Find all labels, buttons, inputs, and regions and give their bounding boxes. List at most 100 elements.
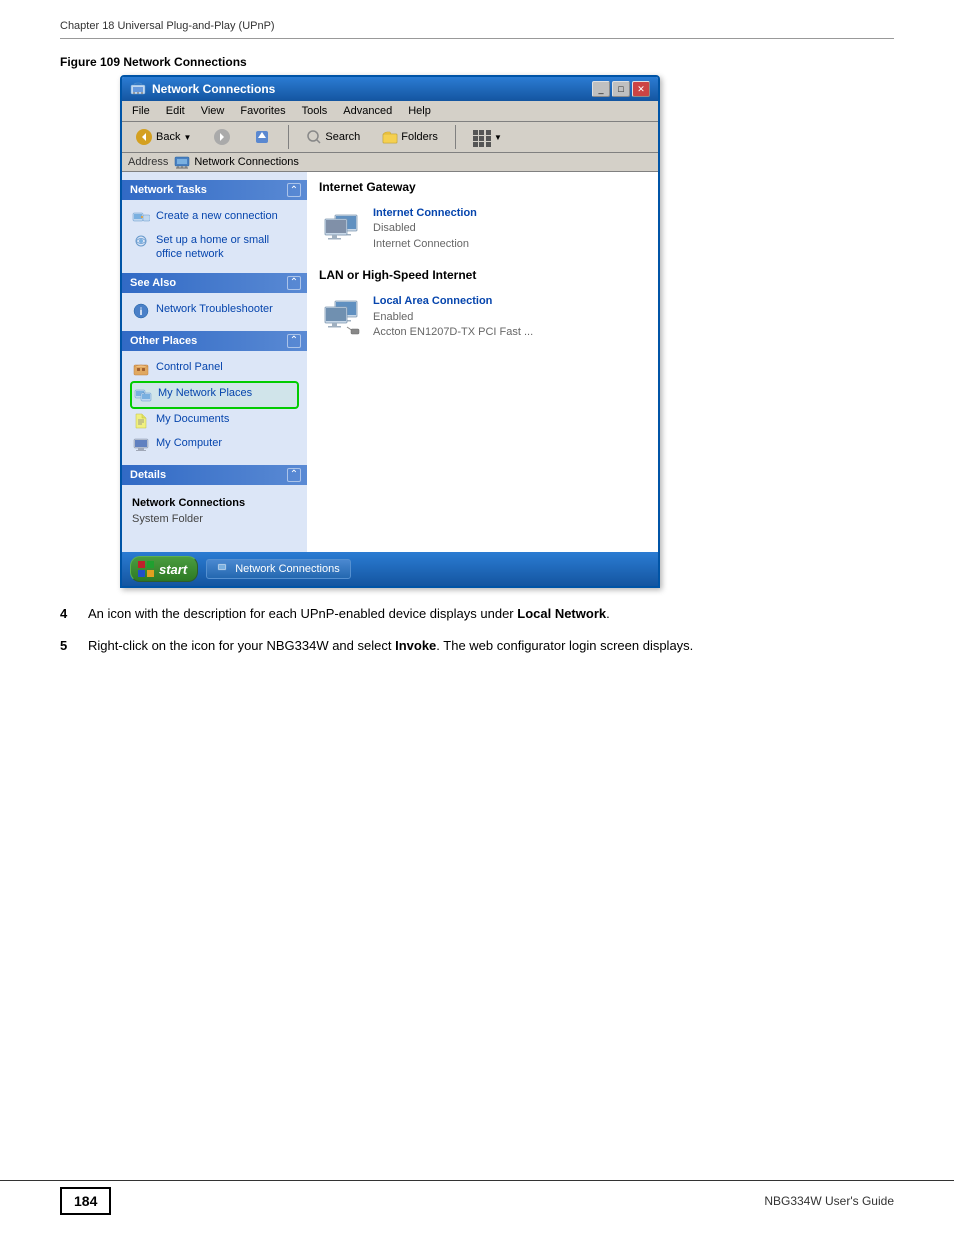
other-places-items: Control Panel	[122, 355, 307, 459]
page-footer: 184 NBG334W User's Guide	[0, 1180, 954, 1215]
create-connection-label: Create a new connection	[156, 209, 278, 223]
window-controls[interactable]: _ □ ✕	[592, 81, 650, 97]
my-network-places-label: My Network Places	[158, 386, 252, 400]
page-number: 184	[60, 1187, 111, 1215]
network-tasks-items: Create a new connection	[122, 204, 307, 267]
titlebar-icon	[130, 81, 146, 97]
details-title: Details	[130, 469, 166, 481]
windows-flag-icon	[137, 560, 155, 578]
toolbar-separator-1	[288, 125, 289, 149]
window-titlebar: Network Connections _ □ ✕	[122, 77, 658, 101]
body-text-section: 4 An icon with the description for each …	[60, 604, 894, 655]
local-area-connection-item[interactable]: Local Area Connection Enabled Accton EN1…	[319, 290, 646, 344]
view-dropdown-arrow: ▼	[494, 133, 502, 142]
toolbar: Back ▼ Search	[122, 122, 658, 153]
body-text-item-5: 5 Right-click on the icon for your NBG33…	[60, 636, 894, 656]
internet-connection-icon	[323, 209, 363, 249]
figure-label: Figure 109 Network Connections	[60, 55, 894, 69]
network-tasks-collapse[interactable]: ⌃	[287, 183, 301, 197]
local-area-connection-name: Local Area Connection	[373, 294, 533, 309]
other-places-collapse[interactable]: ⌃	[287, 334, 301, 348]
item-text-4: An icon with the description for each UP…	[88, 604, 894, 624]
menu-help[interactable]: Help	[402, 103, 437, 119]
left-panel: Network Tasks ⌃	[122, 172, 307, 552]
control-panel-icon	[132, 360, 150, 378]
menu-edit[interactable]: Edit	[160, 103, 191, 119]
internet-connection-status: Disabled	[373, 221, 477, 236]
menu-advanced[interactable]: Advanced	[337, 103, 398, 119]
item-text-5: Right-click on the icon for your NBG334W…	[88, 636, 894, 656]
taskbar-window-label: Network Connections	[235, 563, 340, 575]
up-icon	[253, 128, 271, 146]
local-area-connection-status: Enabled	[373, 310, 533, 325]
search-label: Search	[325, 131, 360, 143]
network-tasks-title: Network Tasks	[130, 184, 207, 196]
body-text-item-4: 4 An icon with the description for each …	[60, 604, 894, 624]
taskbar-network-connections-btn[interactable]: Network Connections	[206, 559, 351, 579]
up-button[interactable]	[246, 125, 278, 149]
my-network-places-icon	[134, 386, 152, 404]
create-connection-item[interactable]: Create a new connection	[130, 206, 299, 230]
address-text: Network Connections	[194, 156, 299, 168]
close-button[interactable]: ✕	[632, 81, 650, 97]
see-also-section: See Also ⌃ i Network Troubleshooter	[122, 273, 307, 325]
lan-section-title: LAN or High-Speed Internet	[319, 268, 646, 282]
back-arrow: ▼	[183, 133, 191, 142]
see-also-header: See Also ⌃	[122, 273, 307, 293]
internet-connection-name: Internet Connection	[373, 206, 477, 221]
internet-connection-info: Internet Connection Disabled Internet Co…	[373, 206, 477, 252]
details-section: Details ⌃ Network Connections System Fol…	[122, 465, 307, 534]
chapter-header: Chapter 18 Universal Plug-and-Play (UPnP…	[60, 20, 894, 39]
my-network-places-item[interactable]: My Network Places	[130, 381, 299, 409]
window-content: Network Tasks ⌃	[122, 172, 658, 552]
details-collapse[interactable]: ⌃	[287, 468, 301, 482]
my-documents-icon	[132, 412, 150, 430]
other-places-title: Other Places	[130, 335, 197, 347]
svg-text:i: i	[140, 307, 143, 318]
setup-home-network-item[interactable]: Set up a home or small office network	[130, 230, 299, 265]
my-computer-item[interactable]: My Computer	[130, 433, 299, 457]
search-button[interactable]: Search	[299, 126, 367, 148]
troubleshooter-item[interactable]: i Network Troubleshooter	[130, 299, 299, 323]
taskbar: start Network Connections	[122, 552, 658, 586]
footer-product-name: NBG334W User's Guide	[764, 1194, 894, 1208]
menu-view[interactable]: View	[195, 103, 231, 119]
view-button[interactable]: ▼	[466, 127, 509, 148]
see-also-title: See Also	[130, 277, 176, 289]
my-computer-icon	[132, 436, 150, 454]
address-label: Address	[128, 156, 168, 168]
right-panel: Internet Gateway	[307, 172, 658, 552]
menu-file[interactable]: File	[126, 103, 156, 119]
internet-connection-detail: Internet Connection	[373, 237, 477, 252]
details-items: Network Connections System Folder	[122, 489, 307, 534]
view-icon	[473, 130, 491, 145]
see-also-collapse[interactable]: ⌃	[287, 276, 301, 290]
folders-button[interactable]: Folders	[375, 127, 445, 147]
internet-connection-item[interactable]: Internet Connection Disabled Internet Co…	[319, 202, 646, 256]
taskbar-network-icon	[217, 563, 231, 575]
network-connections-window: Network Connections _ □ ✕ File Edit View…	[120, 75, 660, 588]
forward-icon	[213, 128, 231, 146]
control-panel-item[interactable]: Control Panel	[130, 357, 299, 381]
item-number-4: 4	[60, 604, 76, 624]
setup-network-label: Set up a home or small office network	[156, 233, 297, 262]
back-icon	[135, 128, 153, 146]
my-computer-label: My Computer	[156, 436, 222, 450]
menu-bar: File Edit View Favorites Tools Advanced …	[122, 101, 658, 122]
forward-button[interactable]	[206, 125, 238, 149]
other-places-section: Other Places ⌃	[122, 331, 307, 459]
local-area-connection-info: Local Area Connection Enabled Accton EN1…	[373, 294, 533, 340]
maximize-button[interactable]: □	[612, 81, 630, 97]
back-button[interactable]: Back ▼	[128, 125, 198, 149]
info-icon: i	[132, 302, 150, 320]
search-icon	[306, 129, 322, 145]
local-area-connection-detail: Accton EN1207D-TX PCI Fast ...	[373, 325, 533, 340]
minimize-button[interactable]: _	[592, 81, 610, 97]
my-documents-item[interactable]: My Documents	[130, 409, 299, 433]
address-value[interactable]: Network Connections	[174, 155, 299, 169]
menu-tools[interactable]: Tools	[296, 103, 334, 119]
start-button[interactable]: start	[130, 556, 198, 582]
create-connection-icon	[132, 209, 150, 227]
menu-favorites[interactable]: Favorites	[234, 103, 291, 119]
address-bar: Address Network Connections	[122, 153, 658, 172]
